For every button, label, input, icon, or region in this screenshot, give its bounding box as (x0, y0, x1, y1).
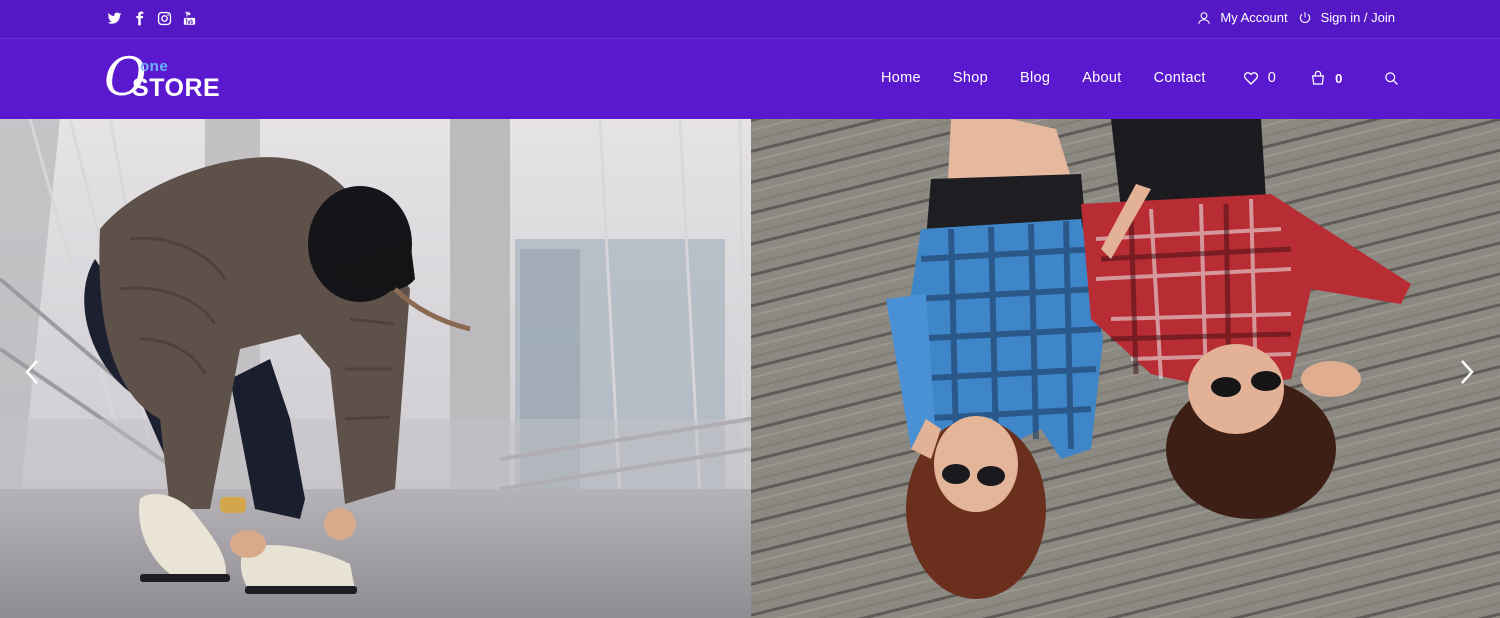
facebook-icon[interactable] (132, 11, 147, 26)
logo-one: one (140, 58, 169, 75)
nav-contact[interactable]: Contact (1154, 70, 1206, 86)
hero-slide-friends[interactable] (751, 119, 1500, 618)
main-nav: Home Shop Blog About Contact 0 0 (881, 70, 1399, 86)
chevron-right-icon (1461, 360, 1474, 384)
sign-in-link[interactable]: Sign in / Join (1298, 10, 1395, 25)
my-account-link[interactable]: My Account (1197, 10, 1288, 25)
nav-blog[interactable]: Blog (1020, 70, 1050, 86)
nav-home[interactable]: Home (881, 70, 921, 86)
twitter-icon[interactable] (107, 11, 122, 26)
friends-photo (751, 119, 1500, 618)
social-links (107, 11, 197, 26)
heart-icon (1243, 72, 1258, 85)
nav-shop[interactable]: Shop (953, 70, 988, 86)
cart-button[interactable]: 0 (1310, 70, 1343, 86)
top-bar: My Account Sign in / Join (0, 0, 1500, 38)
sign-in-label: Sign in / Join (1320, 10, 1395, 25)
user-icon (1198, 11, 1211, 24)
slider-prev-button[interactable] (22, 359, 42, 385)
wishlist-count: 0 (1267, 70, 1277, 86)
nav-about[interactable]: About (1082, 70, 1121, 86)
my-account-label: My Account (1220, 10, 1288, 25)
site-logo[interactable]: O one STORE (104, 52, 234, 104)
runner-photo (0, 119, 752, 618)
chevron-left-icon (25, 360, 38, 384)
search-button[interactable] (1384, 71, 1399, 86)
slider-next-button[interactable] (1457, 359, 1477, 385)
account-links: My Account Sign in / Join (1197, 10, 1395, 25)
hero-slide-runner[interactable] (0, 119, 752, 618)
instagram-icon[interactable] (157, 11, 172, 26)
shopping-bag-icon (1312, 70, 1325, 85)
wishlist-button[interactable]: 0 (1243, 70, 1276, 86)
logo-store: STORE (132, 74, 221, 102)
cart-count: 0 (1335, 70, 1343, 86)
search-icon (1384, 71, 1398, 85)
hero-slider (0, 119, 1500, 618)
power-icon (1299, 11, 1310, 23)
youtube-icon[interactable] (182, 11, 197, 26)
